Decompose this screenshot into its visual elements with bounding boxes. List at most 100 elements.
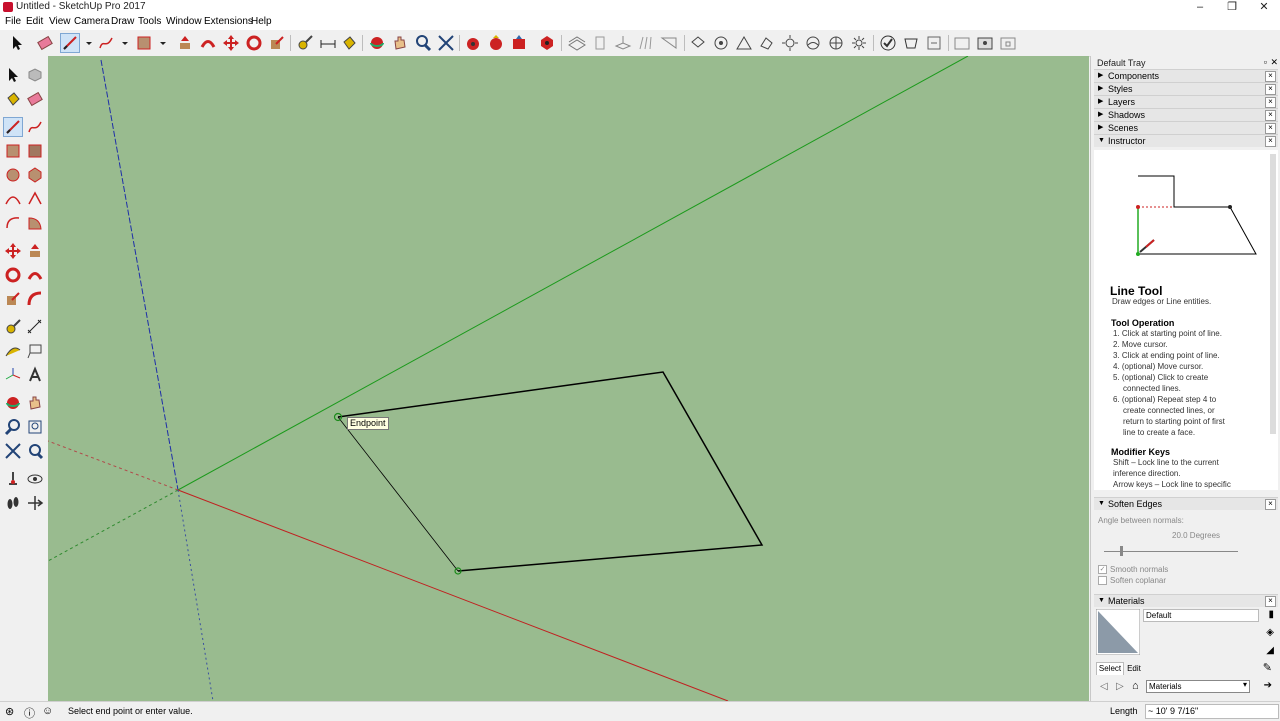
view-camera-icon[interactable] xyxy=(976,34,994,52)
pan-tool-icon[interactable] xyxy=(391,34,409,52)
follow-me-tool-icon[interactable] xyxy=(26,266,44,284)
sun-icon[interactable] xyxy=(850,34,868,52)
move-tool-icon[interactable] xyxy=(222,34,240,52)
instructor-scrollbar[interactable] xyxy=(1270,154,1276,434)
material-name-field[interactable]: Default xyxy=(1143,609,1259,622)
rectangle-tool-icon[interactable] xyxy=(135,34,153,52)
section-plane-icon[interactable] xyxy=(26,494,44,512)
panel-components[interactable]: ▶ Components × xyxy=(1094,69,1278,82)
tape-measure-tool-icon[interactable] xyxy=(296,34,314,52)
soften-coplanar-checkbox[interactable] xyxy=(1098,576,1107,585)
view-section-icon[interactable] xyxy=(953,34,971,52)
menu-draw[interactable]: Draw xyxy=(111,16,134,27)
walk-icon[interactable] xyxy=(4,494,22,512)
panel-layers[interactable]: ▶ Layers × xyxy=(1094,95,1278,108)
credits-icon[interactable]: ⓘ xyxy=(24,705,35,721)
scale-tool-icon[interactable] xyxy=(4,290,22,308)
toggle-terrain-icon[interactable] xyxy=(758,34,776,52)
pie-tool-icon[interactable] xyxy=(26,214,44,232)
position-camera-icon[interactable] xyxy=(4,470,22,488)
dimension-tool-icon[interactable] xyxy=(26,318,44,336)
zoom-tool-icon[interactable] xyxy=(4,418,22,436)
location-icon[interactable] xyxy=(689,34,707,52)
model-info-icon[interactable] xyxy=(879,34,897,52)
zoom-window-tool-icon[interactable] xyxy=(26,418,44,436)
circle-tool-icon[interactable] xyxy=(4,166,22,184)
default-material-icon[interactable]: ◢ xyxy=(1266,645,1274,656)
details-arrow-icon[interactable]: ➔ xyxy=(1264,680,1272,691)
tab-select[interactable]: Select xyxy=(1096,662,1124,675)
sandbox-smoove-icon[interactable] xyxy=(614,34,632,52)
close-icon[interactable]: × xyxy=(1265,71,1276,82)
rectangle-tool-icon[interactable] xyxy=(4,142,22,160)
zoom-extents-tool-icon[interactable] xyxy=(437,34,455,52)
menu-tools[interactable]: Tools xyxy=(138,16,161,27)
close-button[interactable]: ✕ xyxy=(1248,0,1280,15)
eraser-tool-icon[interactable] xyxy=(26,90,44,108)
paint-bucket-tool-icon[interactable] xyxy=(4,90,22,108)
arc-tool-icon[interactable] xyxy=(4,190,22,208)
geo-location-icon[interactable] xyxy=(827,34,845,52)
tab-edit[interactable]: Edit xyxy=(1124,663,1144,674)
freehand-tool-icon[interactable] xyxy=(26,118,44,136)
3d-warehouse-icon[interactable] xyxy=(464,34,482,52)
close-icon[interactable]: × xyxy=(1265,97,1276,108)
back-arrow-icon[interactable]: ◁ xyxy=(1100,681,1108,692)
modeling-viewport[interactable]: Endpoint xyxy=(48,56,1089,701)
material-swatch[interactable] xyxy=(1096,609,1140,655)
pin-icon[interactable]: ▫ xyxy=(1264,57,1267,67)
eraser-tool-icon[interactable] xyxy=(36,34,54,52)
sandbox-from-contours-icon[interactable] xyxy=(568,34,586,52)
protractor-tool-icon[interactable] xyxy=(4,342,22,360)
panel-scenes[interactable]: ▶ Scenes × xyxy=(1094,121,1278,134)
line-tool-icon[interactable] xyxy=(3,117,23,137)
sandbox-flip-edge-icon[interactable] xyxy=(660,34,678,52)
library-dropdown-icon[interactable]: ▾ xyxy=(1243,680,1247,689)
sandbox-stamp-icon[interactable] xyxy=(591,34,609,52)
line-dropdown-icon[interactable] xyxy=(80,34,92,52)
three-point-arc-tool-icon[interactable] xyxy=(4,214,22,232)
offset-tool-icon[interactable] xyxy=(26,290,44,308)
sandbox-drape-icon[interactable] xyxy=(637,34,655,52)
pan-tool-icon[interactable] xyxy=(26,394,44,412)
measurements-field[interactable]: ~ 10' 9 7/16" xyxy=(1145,704,1279,719)
forward-arrow-icon[interactable]: ▷ xyxy=(1116,681,1124,692)
rotate-tool-icon[interactable] xyxy=(245,34,263,52)
select-tool-icon[interactable] xyxy=(8,34,26,52)
shadows-icon[interactable] xyxy=(781,34,799,52)
tape-measure-tool-icon[interactable] xyxy=(4,318,22,336)
angle-slider-track[interactable] xyxy=(1104,551,1238,552)
close-icon[interactable]: × xyxy=(1265,84,1276,95)
previous-view-icon[interactable] xyxy=(26,442,44,460)
fog-icon[interactable] xyxy=(804,34,822,52)
close-icon[interactable]: × xyxy=(1265,123,1276,134)
panel-styles[interactable]: ▶ Styles × xyxy=(1094,82,1278,95)
photo-textures-icon[interactable] xyxy=(712,34,730,52)
home-icon[interactable]: ⌂ xyxy=(1132,680,1139,692)
view-lock-icon[interactable] xyxy=(999,34,1017,52)
geo-location-icon[interactable]: ⊛ xyxy=(5,705,14,718)
share-component-icon[interactable] xyxy=(510,34,528,52)
3d-text-tool-icon[interactable] xyxy=(26,366,44,384)
extension-manager-icon[interactable] xyxy=(902,34,920,52)
layout-send-icon[interactable] xyxy=(925,34,943,52)
line-tool-icon[interactable] xyxy=(60,33,80,53)
paint-bucket-tool-icon[interactable] xyxy=(340,34,358,52)
zoom-tool-icon[interactable] xyxy=(414,34,432,52)
scale-tool-icon[interactable] xyxy=(268,34,286,52)
close-icon[interactable]: × xyxy=(1265,499,1276,510)
sample-paint-icon[interactable]: ✎ xyxy=(1263,661,1272,674)
follow-me-tool-icon[interactable] xyxy=(199,34,217,52)
share-model-icon[interactable] xyxy=(487,34,505,52)
push-pull-tool-icon[interactable] xyxy=(176,34,194,52)
create-material-icon[interactable]: ◈ xyxy=(1266,627,1274,638)
menu-help[interactable]: Help xyxy=(251,16,272,27)
two-point-arc-tool-icon[interactable] xyxy=(26,190,44,208)
extension-warehouse-icon[interactable] xyxy=(538,34,556,52)
rotated-rectangle-tool-icon[interactable] xyxy=(26,142,44,160)
close-icon[interactable]: × xyxy=(1265,110,1276,121)
rectangle-dropdown-icon[interactable] xyxy=(154,34,166,52)
polygon-tool-icon[interactable] xyxy=(26,166,44,184)
axes-tool-icon[interactable] xyxy=(4,366,22,384)
library-select[interactable]: Materials xyxy=(1146,680,1250,693)
